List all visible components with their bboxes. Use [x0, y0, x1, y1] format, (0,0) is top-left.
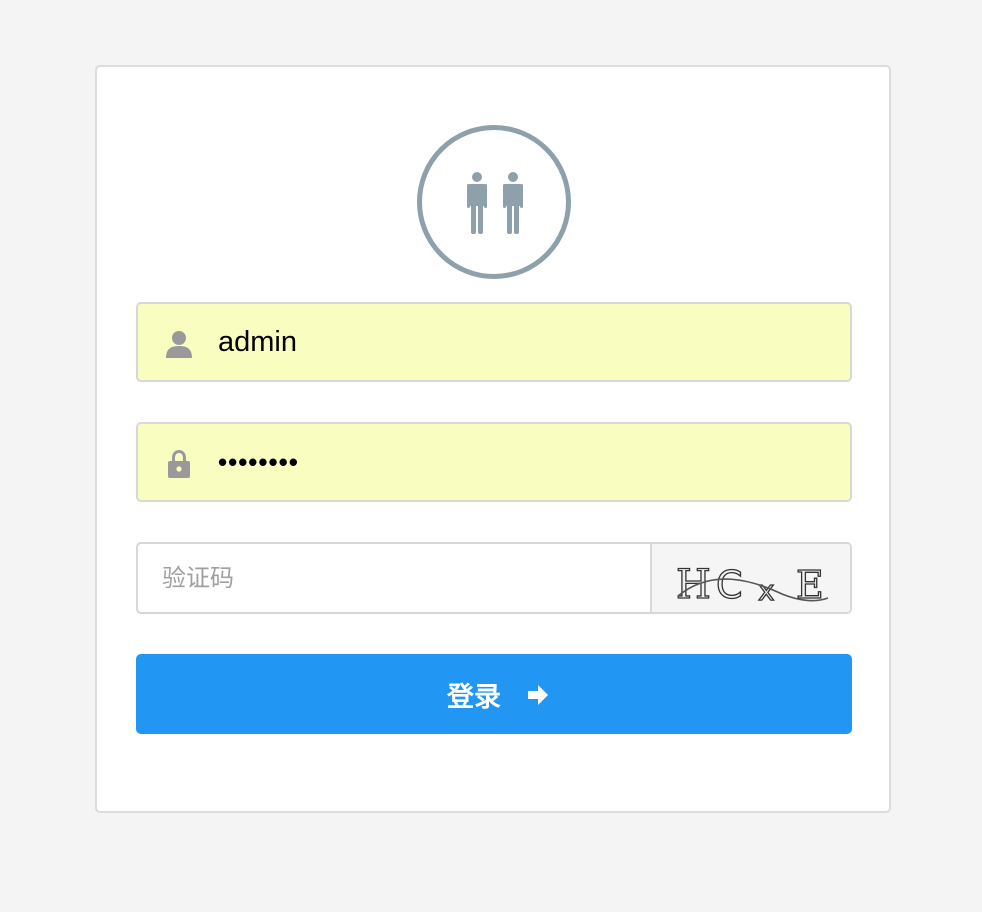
captcha-char-1: H [676, 562, 711, 608]
lock-icon [168, 450, 190, 478]
captcha-char-2: C [716, 563, 743, 607]
captcha-row: H C x E [136, 542, 852, 614]
username-input[interactable] [218, 304, 838, 380]
captcha-image[interactable]: H C x E [650, 544, 850, 612]
username-field [136, 302, 852, 382]
arrow-right-icon [528, 685, 548, 705]
captcha-input[interactable] [162, 544, 622, 612]
user-icon [166, 331, 192, 358]
login-button[interactable]: 登录 [136, 654, 852, 734]
password-input[interactable] [218, 424, 838, 500]
login-button-label: 登录 [447, 681, 501, 713]
avatar [417, 125, 571, 279]
users-icon [467, 172, 523, 234]
password-field [136, 422, 852, 502]
